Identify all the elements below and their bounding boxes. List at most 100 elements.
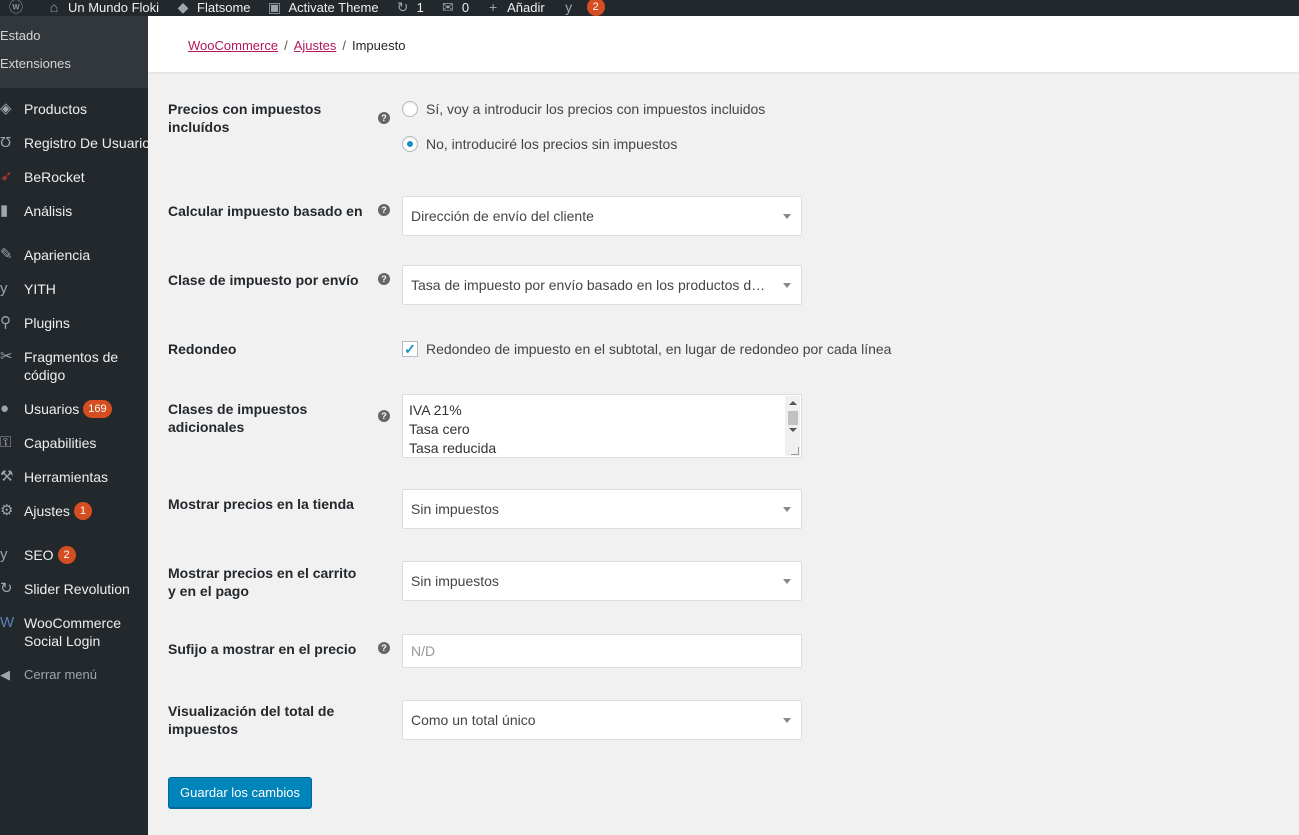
comments-link[interactable]: ✉ 0	[432, 0, 477, 16]
wordpress-icon: ⓦ	[9, 0, 23, 15]
help-icon[interactable]: ?	[378, 642, 390, 654]
sidebar-item-fragmentos[interactable]: ✂ Fragmentos de código	[0, 340, 148, 392]
sidebar-item-usuarios[interactable]: ● Usuarios 169	[0, 392, 148, 426]
flatsome-link[interactable]: ◆ Flatsome	[167, 0, 258, 16]
chevron-down-icon	[783, 214, 791, 219]
sidebar-item-registro[interactable]: Ʊ Registro De Usuario	[0, 126, 151, 160]
activate-theme-link[interactable]: ▣ Activate Theme	[259, 0, 387, 16]
display-cart-select[interactable]: Sin impuestos	[402, 561, 802, 601]
sidebar-item-label: Registro De Usuario	[24, 135, 151, 151]
new-content-link[interactable]: + Añadir	[477, 0, 553, 16]
radio-no-label: No, introduciré los precios sin impuesto…	[426, 136, 678, 152]
sidebar-item-label: SEO	[24, 547, 54, 563]
rounding-checkbox-line[interactable]: ✓ Redondeo de impuesto en el subtotal, e…	[402, 340, 891, 358]
display-shop-select[interactable]: Sin impuestos	[402, 489, 802, 529]
sidebar-item-slider[interactable]: ↻ Slider Revolution	[0, 572, 148, 606]
woocommerce-submenu: Estado Extensiones	[0, 16, 148, 88]
help-icon[interactable]: ?	[378, 410, 390, 422]
home-icon: ⌂	[49, 0, 59, 15]
breadcrumb: WooCommerce / Ajustes / Impuesto	[188, 38, 405, 53]
chevron-down-icon	[783, 579, 791, 584]
sidebar-item-seo[interactable]: y SEO 2	[0, 538, 148, 572]
breadcrumb-separator: /	[342, 38, 346, 53]
sidebar-item-capabilities[interactable]: ⚿ Capabilities	[0, 426, 148, 460]
breadcrumb-separator: /	[284, 38, 288, 53]
resize-handle-icon[interactable]	[791, 447, 799, 455]
shipping-tax-class-label: Clase de impuesto por envío	[168, 272, 359, 288]
breadcrumb-woocommerce[interactable]: WooCommerce	[188, 38, 278, 53]
seo-icon: y	[0, 546, 8, 563]
collapse-menu-button[interactable]: ◀ Cerrar menú	[0, 658, 148, 692]
capabilities-icon: ⚿	[0, 434, 12, 451]
sidebar-item-berocket[interactable]: ➶ BeRocket	[0, 160, 148, 194]
sidebar-item-analisis[interactable]: ▮ Análisis	[0, 194, 148, 228]
products-icon: ◈	[0, 100, 12, 117]
site-name-link[interactable]: ⌂ Un Mundo Floki	[38, 0, 167, 16]
chevron-down-icon	[783, 718, 791, 723]
radio-no[interactable]	[402, 136, 418, 152]
analytics-icon: ▮	[0, 202, 9, 219]
admin-bar: ⓦ ⌂ Un Mundo Floki ◆ Flatsome ▣ Activate Th…	[0, 0, 1299, 16]
tax-class-line: Tasa reducida	[409, 440, 497, 456]
sidebar-item-apariencia[interactable]: ✎ Apariencia	[0, 238, 148, 272]
settings-icon: ⚙	[0, 502, 14, 519]
rounding-checkbox[interactable]: ✓	[402, 341, 418, 357]
tax-total-display-select[interactable]: Como un total único	[402, 700, 802, 740]
chevron-down-icon	[783, 283, 791, 288]
sidebar-item-plugins[interactable]: ⚲ Plugins	[0, 306, 148, 340]
sidebar-item-label: Herramientas	[24, 469, 109, 485]
submenu-item-extensiones[interactable]: Extensiones	[0, 50, 148, 78]
tax-based-on-value: Dirección de envío del cliente	[411, 208, 594, 224]
slider-icon: ↻	[0, 580, 13, 597]
tax-classes-textarea[interactable]: IVA 21% Tasa cero Tasa reducida	[402, 394, 802, 458]
price-suffix-label: Sufijo a mostrar en el precio	[168, 641, 357, 657]
sidebar-item-label: YITH	[24, 281, 56, 297]
sidebar-item-label: WooCommerce Social Login	[24, 615, 121, 649]
tax-based-on-select[interactable]: Dirección de envío del cliente	[402, 196, 802, 236]
scroll-up-icon[interactable]	[789, 401, 797, 405]
save-button[interactable]: Guardar los cambios	[168, 777, 312, 808]
comments-count: 0	[461, 0, 470, 15]
theme-icon: ▣	[267, 0, 282, 15]
yoast-badge: 2	[586, 0, 605, 16]
sidebar-item-social-login[interactable]: W WooCommerce Social Login	[0, 606, 148, 658]
submenu-item-estado[interactable]: Estado	[0, 22, 148, 50]
scroll-down-icon[interactable]	[789, 428, 797, 432]
tax-based-on-label: Calcular impuesto basado en	[168, 203, 363, 219]
user-registration-icon: Ʊ	[0, 134, 12, 151]
help-icon[interactable]: ?	[378, 204, 390, 216]
admin-sidebar: Estado Extensiones ◈ Productos Ʊ Registro …	[0, 16, 151, 835]
price-suffix-input[interactable]: N/D	[402, 634, 802, 668]
tax-class-line: Tasa cero	[409, 421, 470, 437]
site-name: Un Mundo Floki	[68, 0, 160, 15]
rounding-label: Redondeo	[168, 341, 237, 357]
radio-option-yes[interactable]: Sí, voy a introducir los precios con imp…	[402, 100, 765, 118]
breadcrumb-current: Impuesto	[351, 38, 406, 53]
code-snippets-icon: ✂	[0, 348, 13, 365]
updates-link[interactable]: ↻ 1	[387, 0, 432, 16]
sidebar-item-label: Productos	[24, 101, 88, 117]
help-icon[interactable]: ?	[378, 273, 390, 285]
sidebar-item-yith[interactable]: y YITH	[0, 272, 148, 306]
radio-yes[interactable]	[402, 101, 418, 117]
display-shop-label: Mostrar precios en la tienda	[168, 496, 354, 512]
yoast-link[interactable]: y2	[553, 0, 613, 16]
scroll-thumb[interactable]	[788, 411, 798, 425]
shipping-tax-class-value: Tasa de impuesto por envío basado en los…	[411, 277, 802, 293]
tax-settings-form: Precios con impuestos incluídos ? Sí, vo…	[148, 72, 1299, 835]
sidebar-item-label: Apariencia	[24, 247, 91, 263]
shipping-tax-class-select[interactable]: Tasa de impuesto por envío basado en los…	[402, 265, 802, 305]
sidebar-item-herramientas[interactable]: ⚒ Herramientas	[0, 460, 148, 494]
admin-menu: ◈ Productos Ʊ Registro De Usuario ➶ BeRocke…	[0, 88, 151, 692]
sidebar-item-label: BeRocket	[24, 169, 85, 185]
radio-option-no[interactable]: No, introduciré los precios sin impuesto…	[402, 135, 765, 153]
help-icon[interactable]: ?	[378, 112, 390, 124]
sidebar-item-productos[interactable]: ◈ Productos	[0, 92, 148, 126]
wordpress-logo[interactable]: ⓦ	[0, 0, 38, 16]
breadcrumb-ajustes[interactable]: Ajustes	[294, 38, 337, 53]
tools-icon: ⚒	[0, 468, 14, 485]
sidebar-item-ajustes[interactable]: ⚙ Ajustes 1	[0, 494, 148, 528]
chevron-down-icon	[783, 507, 791, 512]
display-shop-value: Sin impuestos	[411, 501, 499, 517]
settings-badge: 1	[73, 502, 92, 520]
